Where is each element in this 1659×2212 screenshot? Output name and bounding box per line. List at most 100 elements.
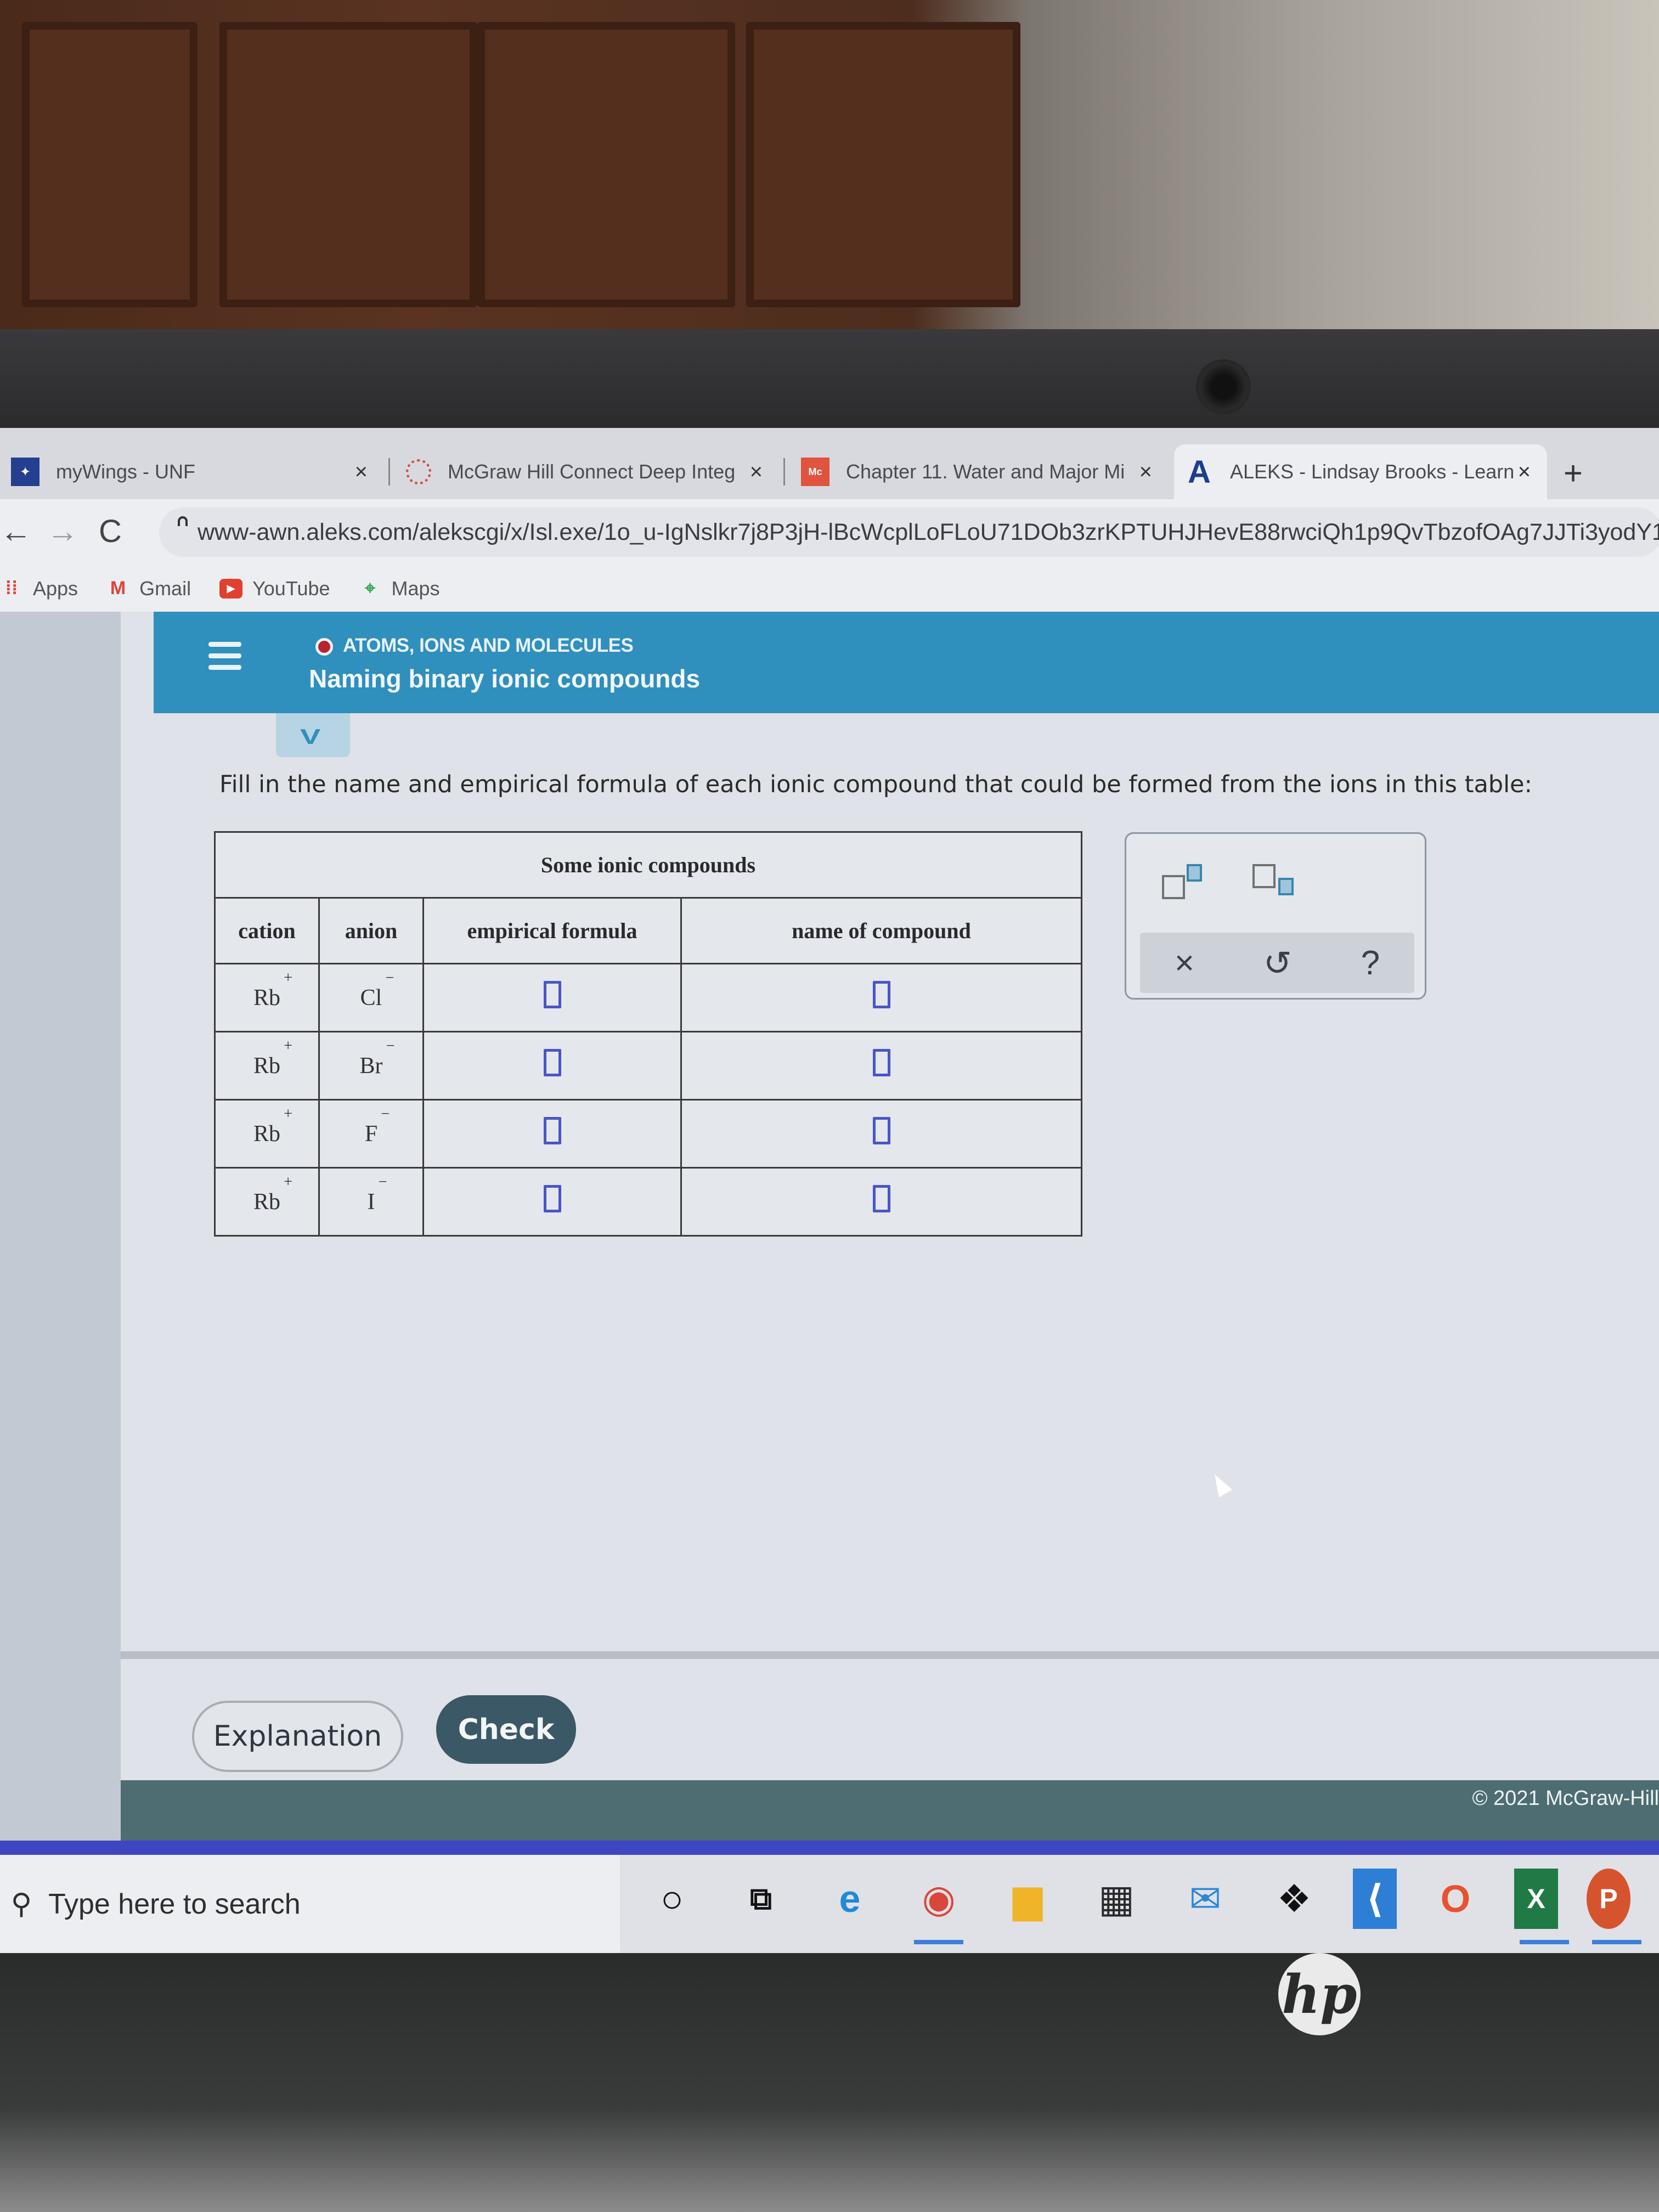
header-empirical-formula: empirical formula bbox=[422, 897, 682, 964]
edge-icon[interactable]: e bbox=[820, 1869, 880, 1929]
anion-symbol: F bbox=[364, 1121, 378, 1147]
new-tab-button[interactable]: + bbox=[1564, 454, 1583, 492]
subscript-tool-button[interactable] bbox=[1250, 861, 1294, 905]
undo-icon[interactable]: ↺ bbox=[1263, 943, 1292, 983]
anion-charge: − bbox=[378, 1173, 387, 1190]
bookmark-apps[interactable]: ⁞⁞ Apps bbox=[0, 577, 78, 600]
mcgraw-hill-connect-icon bbox=[406, 459, 431, 484]
remote-app-icon[interactable]: ⟨ bbox=[1353, 1869, 1397, 1929]
cabinet-door bbox=[477, 22, 735, 307]
forward-button[interactable]: → bbox=[47, 513, 78, 550]
youtube-icon: ▶ bbox=[219, 578, 243, 599]
task-view-icon[interactable]: ⧉ bbox=[731, 1869, 791, 1929]
tab-mcgraw-hill-connect[interactable]: McGraw Hill Connect Deep Integ × bbox=[395, 444, 779, 499]
tab-aleks[interactable]: A ALEKS - Lindsay Brooks - Learn × bbox=[1174, 444, 1547, 499]
laptop-bezel-top bbox=[0, 329, 1659, 428]
bookmark-label: Gmail bbox=[139, 577, 191, 600]
compound-name-input[interactable] bbox=[872, 1185, 890, 1212]
cation-cell: Rb + bbox=[214, 1031, 320, 1101]
microsoft-store-icon[interactable]: ▦ bbox=[1086, 1869, 1147, 1929]
bookmarks-bar: ⁞⁞ Apps M Gmail ▶ YouTube ⌖ Maps bbox=[0, 565, 1659, 612]
cation-cell: Rb + bbox=[214, 963, 320, 1032]
tab-title: Chapter 11. Water and Major Mi bbox=[846, 460, 1125, 483]
table-row: Rb + F − bbox=[214, 1099, 1082, 1169]
address-bar-row: ← → C www-awn.aleks.com/alekscgi/x/Isl.e… bbox=[0, 499, 1659, 565]
windows-taskbar: ⚲ Type here to search ○ ⧉ e ◉ ▆ ▦ ✉ ❖ ⟨ … bbox=[0, 1841, 1659, 1954]
ionic-compounds-table: Some ionic compounds cation anion empiri… bbox=[214, 831, 1082, 1237]
gmail-icon: M bbox=[110, 578, 126, 599]
question-text: Fill in the name and empirical formula o… bbox=[219, 771, 1532, 798]
powerpoint-icon[interactable]: P bbox=[1587, 1869, 1641, 1944]
help-icon[interactable]: ? bbox=[1361, 944, 1380, 983]
anion-charge: − bbox=[385, 969, 394, 986]
chrome-icon[interactable]: ◉ bbox=[909, 1869, 969, 1944]
bookmark-maps[interactable]: ⌖ Maps bbox=[359, 577, 440, 600]
anion-symbol: Br bbox=[359, 1053, 383, 1079]
tab-chapter-11[interactable]: Mc Chapter 11. Water and Major Mi × bbox=[790, 444, 1169, 499]
cabinet-door bbox=[22, 22, 198, 307]
palette-tools bbox=[1126, 834, 1425, 924]
check-button[interactable]: Check bbox=[436, 1695, 576, 1764]
empirical-formula-input[interactable] bbox=[543, 981, 561, 1008]
compound-name-input[interactable] bbox=[872, 1049, 890, 1076]
superscript-tool-button[interactable] bbox=[1156, 861, 1202, 905]
bookmark-gmail[interactable]: M Gmail bbox=[106, 577, 191, 600]
expand-header-button[interactable]: V bbox=[276, 713, 350, 757]
empirical-formula-input[interactable] bbox=[543, 1049, 561, 1076]
cation-cell: Rb + bbox=[214, 1167, 320, 1237]
cation-symbol: Rb bbox=[253, 985, 280, 1011]
office-icon[interactable]: O bbox=[1425, 1869, 1486, 1929]
empirical-formula-input[interactable] bbox=[543, 1117, 561, 1144]
compound-name-input[interactable] bbox=[872, 1117, 890, 1144]
explanation-button[interactable]: Explanation bbox=[192, 1701, 403, 1772]
aleks-a-icon: A bbox=[1188, 454, 1211, 490]
file-explorer-icon[interactable]: ▆ bbox=[997, 1869, 1058, 1929]
cabinet-door bbox=[746, 22, 1020, 307]
mail-icon[interactable]: ✉ bbox=[1175, 1869, 1235, 1929]
cation-symbol: Rb bbox=[253, 1189, 280, 1215]
close-tab-icon[interactable]: × bbox=[355, 460, 368, 484]
tab-mywings[interactable]: ✦ myWings - UNF × bbox=[0, 444, 384, 499]
url-field[interactable]: www-awn.aleks.com/alekscgi/x/Isl.exe/1o_… bbox=[159, 507, 1659, 557]
header-anion: anion bbox=[318, 897, 424, 964]
dropbox-icon[interactable]: ❖ bbox=[1264, 1869, 1324, 1929]
tab-separator bbox=[388, 458, 390, 486]
subscript-box-icon bbox=[1278, 878, 1294, 895]
content-divider bbox=[121, 1651, 1659, 1659]
tab-separator bbox=[783, 458, 785, 486]
close-tab-icon[interactable]: × bbox=[750, 460, 763, 484]
aleks-main: ATOMS, IONS AND MOLECULES Naming binary … bbox=[121, 612, 1659, 1841]
search-icon: ⚲ bbox=[11, 1888, 32, 1920]
cation-symbol: Rb bbox=[253, 1121, 280, 1147]
menu-icon[interactable] bbox=[208, 642, 241, 676]
close-tab-icon[interactable]: × bbox=[1518, 460, 1531, 484]
url-text: www-awn.aleks.com/alekscgi/x/Isl.exe/1o_… bbox=[198, 518, 1659, 545]
compound-name-cell bbox=[680, 963, 1082, 1032]
empirical-formula-input[interactable] bbox=[543, 1185, 561, 1212]
laptop-bezel-bottom bbox=[0, 1953, 1659, 2212]
close-tab-icon[interactable]: × bbox=[1139, 460, 1152, 484]
page-left-margin bbox=[0, 612, 121, 1841]
superscript-base-box-icon bbox=[1162, 875, 1185, 899]
maps-icon: ⌖ bbox=[364, 578, 376, 599]
compound-name-cell bbox=[680, 1099, 1082, 1169]
cabinet-door bbox=[219, 22, 477, 307]
header-name-of-compound: name of compound bbox=[680, 897, 1082, 964]
empirical-formula-cell bbox=[422, 1099, 682, 1169]
webcam bbox=[1196, 359, 1251, 414]
subscript-base-box-icon bbox=[1252, 864, 1276, 888]
reload-button[interactable]: C bbox=[99, 513, 122, 550]
compound-name-input[interactable] bbox=[872, 981, 890, 1008]
taskbar-search-box[interactable]: ⚲ Type here to search bbox=[0, 1855, 620, 1954]
clear-icon[interactable]: × bbox=[1175, 944, 1194, 983]
back-button[interactable]: ← bbox=[0, 513, 32, 550]
topic-category: ATOMS, IONS AND MOLECULES bbox=[343, 635, 634, 656]
mouse-cursor bbox=[1207, 1470, 1233, 1498]
cortana-icon[interactable]: ○ bbox=[642, 1869, 702, 1929]
anion-cell: I − bbox=[318, 1167, 424, 1237]
compound-name-cell bbox=[680, 1167, 1082, 1237]
bookmark-youtube[interactable]: ▶ YouTube bbox=[219, 577, 330, 600]
laptop-screen: ✦ myWings - UNF × McGraw Hill Connect De… bbox=[0, 428, 1659, 1954]
table-row: Rb + I − bbox=[214, 1167, 1082, 1237]
excel-icon[interactable]: X bbox=[1514, 1869, 1569, 1944]
